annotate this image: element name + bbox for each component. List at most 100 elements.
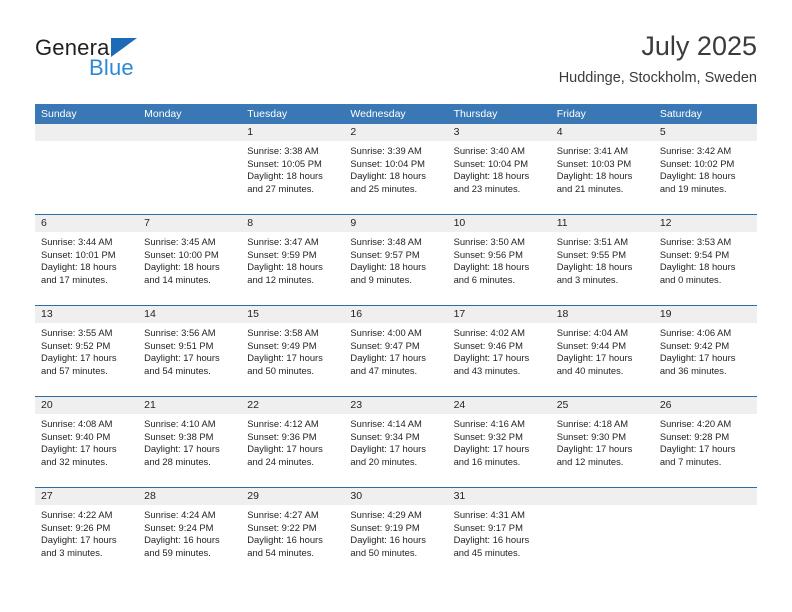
day-sun-info: Sunrise: 3:44 AM Sunset: 10:01 PM Daylight… (35, 232, 138, 286)
sunrise-text: Sunrise: 4:12 AM (247, 418, 319, 429)
sunset-text: Sunset: 9:30 PM (556, 430, 627, 442)
calendar-week-row: 27 Sunrise: 4:22 AM Sunset: 9:26 PM Dayligh… (35, 487, 757, 578)
day-number: 4 (550, 124, 654, 141)
calendar-day-cell[interactable]: 15 Sunrise: 3:58 AM Sunset: 9:49 PM Dayligh… (241, 306, 345, 396)
weekday-header-friday: Friday (556, 108, 586, 120)
day-number: 20 (35, 397, 139, 414)
calendar-day-cell[interactable]: 25 Sunrise: 4:18 AM Sunset: 9:30 PM Dayligh… (550, 397, 654, 487)
title-block: July 2025 Huddinge, Stockholm, Sweden (559, 30, 757, 88)
calendar-day-cell[interactable]: 23 Sunrise: 4:14 AM Sunset: 9:34 PM Dayligh… (344, 397, 448, 487)
calendar-day-cell[interactable]: 7 Sunrise: 3:45 AM Sunset: 10:00 PM Dayligh… (138, 215, 242, 305)
sunrise-text: Sunrise: 4:22 AM (41, 509, 113, 520)
daylight-text: Daylight: 16 hours and 45 minutes. (453, 534, 530, 558)
calendar-day-cell[interactable]: 11 Sunrise: 3:51 AM Sunset: 9:55 PM Dayligh… (550, 215, 654, 305)
sunset-text: Sunset: 10:02 PM (659, 157, 735, 169)
calendar-day-cell-empty (138, 124, 242, 214)
sunset-text: Sunset: 9:59 PM (247, 248, 317, 260)
calendar-day-cell[interactable]: 1 Sunrise: 3:38 AM Sunset: 10:05 PM Dayligh… (241, 124, 345, 214)
calendar-day-cell[interactable]: 21 Sunrise: 4:10 AM Sunset: 9:38 PM Dayligh… (138, 397, 242, 487)
daylight-text: Daylight: 18 hours and 0 minutes. (659, 261, 736, 285)
calendar-day-cell[interactable]: 16 Sunrise: 4:00 AM Sunset: 9:47 PM Dayligh… (344, 306, 448, 396)
day-sun-info: Sunrise: 3:48 AM Sunset: 9:57 PM Daylight:… (344, 232, 447, 286)
day-number: 11 (550, 215, 654, 232)
sunrise-text: Sunrise: 4:04 AM (556, 327, 629, 338)
day-sun-info: Sunrise: 3:39 AM Sunset: 10:04 PM Daylight… (344, 141, 447, 195)
day-number: 16 (344, 306, 448, 323)
calendar-day-cell[interactable]: 20 Sunrise: 4:08 AM Sunset: 9:40 PM Dayligh… (35, 397, 139, 487)
general-blue-logo[interactable]: General Blue (35, 36, 205, 86)
sunset-text: Sunset: 10:03 PM (556, 157, 632, 169)
sunrise-text: Sunrise: 3:44 AM (41, 236, 113, 247)
day-number: 28 (138, 488, 242, 505)
sunrise-text: Sunrise: 3:48 AM (350, 236, 422, 247)
logo-text-blue: Blue (89, 55, 134, 80)
daylight-text: Daylight: 18 hours and 25 minutes. (350, 170, 426, 194)
day-number (653, 488, 757, 505)
day-sun-info: Sunrise: 4:16 AM Sunset: 9:32 PM Daylight:… (448, 414, 551, 468)
sunrise-text: Sunrise: 4:16 AM (453, 418, 525, 429)
calendar-day-cell[interactable]: 26 Sunrise: 4:20 AM Sunset: 9:28 PM Dayligh… (653, 397, 757, 487)
calendar-day-cell[interactable]: 27 Sunrise: 4:22 AM Sunset: 9:26 PM Dayligh… (35, 488, 139, 578)
sunrise-text: Sunrise: 3:55 AM (41, 327, 113, 338)
day-number: 26 (653, 397, 757, 414)
calendar-day-cell[interactable]: 24 Sunrise: 4:16 AM Sunset: 9:32 PM Dayligh… (447, 397, 551, 487)
calendar-day-cell[interactable]: 3 Sunrise: 3:40 AM Sunset: 10:04 PM Dayligh… (447, 124, 551, 214)
sunrise-text: Sunrise: 3:50 AM (453, 236, 525, 247)
weekday-header-row: Sunday Monday Tuesday Wednesday Thursday… (35, 104, 757, 124)
calendar-day-cell[interactable]: 18 Sunrise: 4:04 AM Sunset: 9:44 PM Dayligh… (550, 306, 654, 396)
day-sun-info: Sunrise: 4:06 AM Sunset: 9:42 PM Daylight:… (654, 323, 757, 377)
sunrise-text: Sunrise: 4:02 AM (453, 327, 525, 338)
page-subtitle: Huddinge, Stockholm, Sweden (558, 70, 757, 86)
calendar-day-cell[interactable]: 4 Sunrise: 3:41 AM Sunset: 10:03 PM Dayligh… (550, 124, 654, 214)
day-sun-info: Sunrise: 3:47 AM Sunset: 9:59 PM Daylight:… (241, 232, 344, 286)
day-number (550, 488, 654, 505)
day-number: 19 (653, 306, 757, 323)
day-number: 7 (138, 215, 242, 232)
sunset-text: Sunset: 10:04 PM (453, 157, 529, 169)
day-number (138, 124, 242, 141)
day-number: 23 (344, 397, 448, 414)
day-sun-info: Sunrise: 4:02 AM Sunset: 9:46 PM Daylight:… (448, 323, 551, 377)
weekday-header-wednesday: Wednesday (350, 108, 406, 120)
calendar-day-cell[interactable]: 12 Sunrise: 3:53 AM Sunset: 9:54 PM Dayligh… (653, 215, 757, 305)
day-sun-info: Sunrise: 4:24 AM Sunset: 9:24 PM Daylight:… (138, 505, 241, 559)
day-sun-info: Sunrise: 3:58 AM Sunset: 9:49 PM Daylight:… (241, 323, 344, 377)
daylight-text: Daylight: 17 hours and 7 minutes. (659, 443, 736, 467)
calendar-day-cell[interactable]: 13 Sunrise: 3:55 AM Sunset: 9:52 PM Dayligh… (35, 306, 139, 396)
calendar-day-cell[interactable]: 8 Sunrise: 3:47 AM Sunset: 9:59 PM Daylight… (241, 215, 345, 305)
day-sun-info: Sunrise: 3:41 AM Sunset: 10:03 PM Daylight… (551, 141, 654, 195)
sunrise-text: Sunrise: 4:24 AM (144, 509, 216, 520)
calendar-day-cell[interactable]: 2 Sunrise: 3:39 AM Sunset: 10:04 PM Dayligh… (344, 124, 448, 214)
calendar-day-cell[interactable]: 14 Sunrise: 3:56 AM Sunset: 9:51 PM Dayligh… (138, 306, 242, 396)
calendar-day-cell[interactable]: 31 Sunrise: 4:31 AM Sunset: 9:17 PM Dayligh… (447, 488, 551, 578)
calendar-day-cell[interactable]: 6 Sunrise: 3:44 AM Sunset: 10:01 PM Dayligh… (35, 215, 139, 305)
day-number: 17 (447, 306, 551, 323)
sunrise-text: Sunrise: 3:41 AM (556, 145, 629, 156)
calendar-day-cell[interactable]: 19 Sunrise: 4:06 AM Sunset: 9:42 PM Dayligh… (653, 306, 757, 396)
calendar-day-cell[interactable]: 29 Sunrise: 4:27 AM Sunset: 9:22 PM Dayligh… (241, 488, 345, 578)
calendar-day-cell[interactable]: 9 Sunrise: 3:48 AM Sunset: 9:57 PM Daylight… (344, 215, 448, 305)
day-number: 15 (241, 306, 345, 323)
calendar-day-cell[interactable]: 5 Sunrise: 3:42 AM Sunset: 10:02 PM Dayligh… (653, 124, 757, 214)
day-sun-info: Sunrise: 4:22 AM Sunset: 9:26 PM Daylight:… (35, 505, 138, 559)
day-number: 22 (241, 397, 345, 414)
day-number: 9 (344, 215, 448, 232)
daylight-text: Daylight: 18 hours and 27 minutes. (247, 170, 323, 194)
daylight-text: Daylight: 18 hours and 23 minutes. (453, 170, 530, 194)
sunset-text: Sunset: 10:00 PM (144, 248, 219, 260)
page-title: July 2025 (641, 31, 757, 61)
day-sun-info: Sunrise: 4:00 AM Sunset: 9:47 PM Daylight:… (344, 323, 447, 377)
day-number: 8 (241, 215, 345, 232)
sunset-text: Sunset: 9:17 PM (453, 521, 523, 533)
sunrise-text: Sunrise: 4:14 AM (350, 418, 422, 429)
calendar-day-cell[interactable]: 10 Sunrise: 3:50 AM Sunset: 9:56 PM Dayligh… (447, 215, 551, 305)
calendar-day-cell[interactable]: 30 Sunrise: 4:29 AM Sunset: 9:19 PM Dayligh… (344, 488, 448, 578)
calendar-day-cell-empty (653, 488, 757, 578)
day-sun-info: Sunrise: 4:27 AM Sunset: 9:22 PM Daylight:… (241, 505, 344, 559)
calendar-day-cell[interactable]: 22 Sunrise: 4:12 AM Sunset: 9:36 PM Dayligh… (241, 397, 345, 487)
sunset-text: Sunset: 9:28 PM (659, 430, 730, 442)
sunrise-text: Sunrise: 4:31 AM (453, 509, 525, 520)
calendar-day-cell[interactable]: 17 Sunrise: 4:02 AM Sunset: 9:46 PM Dayligh… (447, 306, 551, 396)
day-number: 10 (447, 215, 551, 232)
calendar-day-cell[interactable]: 28 Sunrise: 4:24 AM Sunset: 9:24 PM Dayligh… (138, 488, 242, 578)
